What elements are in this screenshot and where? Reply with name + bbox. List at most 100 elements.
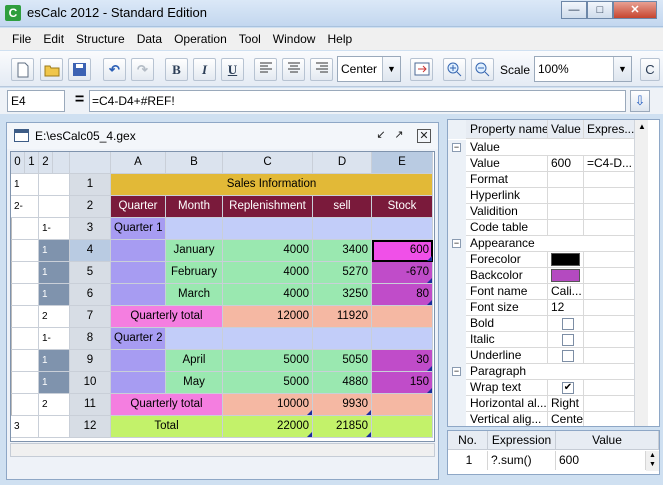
column-header-a[interactable]: A [111, 152, 166, 174]
property-value[interactable]: Right [549, 396, 584, 412]
underline-button[interactable]: U [221, 58, 244, 81]
horizontal-scrollbar[interactable] [10, 443, 435, 457]
property-row[interactable]: Font name Cali... [448, 284, 648, 300]
outline-level2-cell[interactable]: 1 [39, 350, 70, 372]
expression-value[interactable]: 600 [556, 451, 646, 470]
row-header[interactable]: 5 [70, 262, 111, 284]
table-cell[interactable] [313, 328, 372, 350]
table-cell[interactable]: Quarter 1 [111, 218, 166, 240]
table-cell[interactable]: 150 [372, 372, 433, 394]
outline-level2-cell[interactable]: 1- [39, 328, 70, 350]
outline-level-button[interactable]: 0 [11, 152, 25, 174]
property-row[interactable]: Forecolor [448, 252, 648, 268]
outline-level2-cell[interactable]: 2 [39, 306, 70, 328]
property-row[interactable]: Font size 12 [448, 300, 648, 316]
table-cell[interactable]: January [166, 240, 223, 262]
expression-scroll-arrows[interactable]: ▲ ▼ [646, 451, 659, 471]
property-value[interactable] [549, 220, 584, 236]
expression-no[interactable]: 1 [448, 451, 488, 470]
outline-level1-cell[interactable] [11, 262, 39, 284]
outline-level-button[interactable]: 1 [25, 152, 39, 174]
table-cell[interactable]: sell [313, 196, 372, 218]
property-scrollbar[interactable]: ▲ [634, 120, 648, 426]
table-cell[interactable]: 4000 [223, 284, 313, 306]
checkbox[interactable] [562, 318, 574, 330]
row-header[interactable]: 10 [70, 372, 111, 394]
collapse-icon[interactable]: − [452, 367, 461, 376]
table-cell[interactable]: 5270 [313, 262, 372, 284]
property-row[interactable]: Italic [448, 332, 648, 348]
selected-cell[interactable]: 600 [372, 240, 433, 262]
outline-level1-cell[interactable]: 1 [11, 174, 39, 196]
bold-button[interactable]: B [165, 58, 188, 81]
property-row[interactable]: Vertical alig... Center [448, 412, 648, 426]
open-button[interactable] [40, 58, 63, 81]
menu-item-data[interactable]: Data [131, 32, 168, 46]
row-header[interactable]: 7 [70, 306, 111, 328]
new-file-button[interactable] [11, 58, 34, 81]
menu-item-tool[interactable]: Tool [233, 32, 267, 46]
chevron-down-icon[interactable]: ▼ [613, 57, 631, 81]
color-swatch[interactable] [551, 269, 580, 282]
formula-expand-button[interactable]: ⇩ [630, 90, 650, 112]
maximize-button[interactable]: □ [587, 1, 613, 19]
outline-level1-cell[interactable] [11, 328, 39, 350]
table-cell[interactable] [372, 328, 433, 350]
undock-icon[interactable]: ↗ [392, 129, 406, 143]
outline-level1-cell[interactable] [11, 394, 39, 416]
table-cell[interactable]: 4000 [223, 262, 313, 284]
table-cell[interactable]: April [166, 350, 223, 372]
outline-level2-cell[interactable]: 1 [39, 284, 70, 306]
table-cell[interactable] [111, 240, 166, 262]
row-header[interactable]: 4 [70, 240, 111, 262]
outline-level2-cell[interactable] [39, 174, 70, 196]
table-cell[interactable]: 30 [372, 350, 433, 372]
table-cell[interactable]: 21850 [313, 416, 372, 438]
table-cell[interactable]: Quarter [111, 196, 166, 218]
collapse-icon[interactable]: − [452, 143, 461, 152]
table-cell[interactable] [372, 394, 433, 416]
outline-level2-cell[interactable] [39, 416, 70, 438]
table-cell[interactable]: 5000 [223, 372, 313, 394]
outline-level1-cell[interactable] [11, 284, 39, 306]
property-row[interactable]: Code table [448, 220, 648, 236]
table-cell[interactable] [111, 372, 166, 394]
undo-button[interactable]: ↶ [103, 58, 126, 81]
outline-level1-cell[interactable] [11, 306, 39, 328]
outline-level2-cell[interactable]: 2 [39, 394, 70, 416]
table-cell[interactable] [111, 262, 166, 284]
checkbox[interactable] [562, 350, 574, 362]
outline-level-button[interactable]: 2 [39, 152, 53, 174]
menu-item-operation[interactable]: Operation [168, 32, 233, 46]
table-cell[interactable]: Month [166, 196, 223, 218]
column-header-e[interactable]: E [372, 152, 433, 174]
menu-item-window[interactable]: Window [267, 32, 322, 46]
table-cell[interactable]: 4880 [313, 372, 372, 394]
close-document-icon[interactable]: ✕ [417, 129, 431, 143]
table-cell[interactable] [372, 218, 433, 240]
property-value[interactable] [549, 204, 584, 220]
row-header[interactable]: 8 [70, 328, 111, 350]
minimize-button[interactable]: — [561, 1, 587, 19]
table-cell[interactable]: March [166, 284, 223, 306]
table-cell[interactable]: 22000 [223, 416, 313, 438]
formula-input[interactable]: =C4-D4+#REF! [89, 90, 626, 112]
table-cell[interactable]: 9930 [313, 394, 372, 416]
cell-reference-box[interactable]: E4 [7, 90, 65, 112]
property-row[interactable]: Bold [448, 316, 648, 332]
checkbox[interactable]: ✔ [562, 382, 574, 394]
zoom-out-button[interactable] [471, 58, 494, 81]
row-header[interactable]: 12 [70, 416, 111, 438]
outline-level2-cell[interactable]: 1 [39, 240, 70, 262]
table-cell[interactable]: 5050 [313, 350, 372, 372]
expression-text[interactable]: ?.sum() [488, 451, 556, 470]
property-row[interactable]: Value 600 =C4-D... [448, 156, 648, 172]
row-header[interactable]: 9 [70, 350, 111, 372]
property-row[interactable]: Horizontal al... Right [448, 396, 648, 412]
property-row[interactable]: Format [448, 172, 648, 188]
property-row[interactable]: Validition [448, 204, 648, 220]
property-group-appearance[interactable]: − Appearance [448, 236, 648, 252]
outline-level1-cell[interactable] [11, 218, 39, 240]
property-value[interactable] [549, 172, 584, 188]
outline-level2-cell[interactable]: 1 [39, 262, 70, 284]
